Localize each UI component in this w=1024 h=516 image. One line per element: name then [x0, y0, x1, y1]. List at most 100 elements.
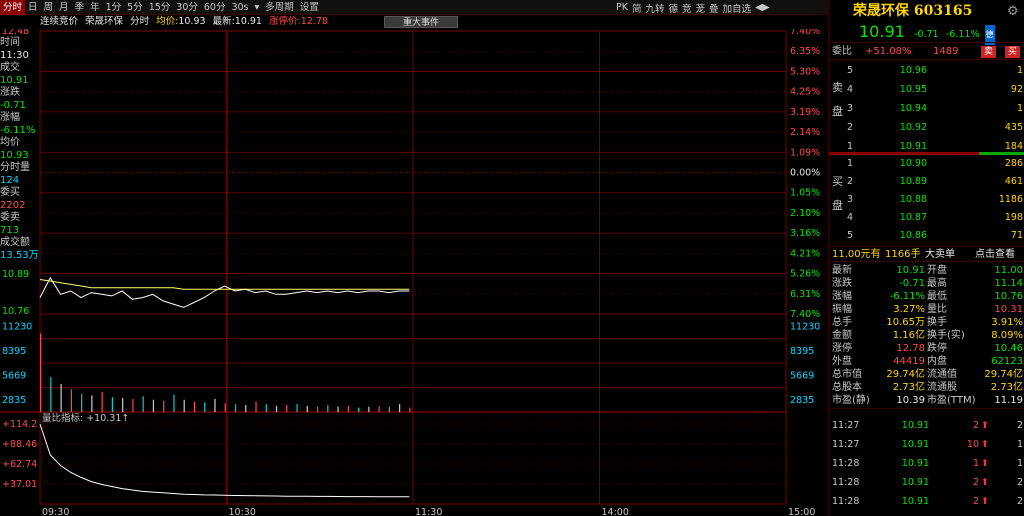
period-tab[interactable]: ▾ — [252, 0, 263, 15]
volume-bar — [245, 405, 247, 412]
price-change-pct: -6.11% — [945, 29, 980, 40]
ask-volume: 1 — [1016, 103, 1023, 114]
bid-row[interactable]: 4 10.87 198 — [829, 209, 1024, 227]
stat-value: 29.74亿 — [886, 369, 925, 380]
period-tab[interactable]: 1分 — [103, 0, 125, 15]
trade-row: 11:27 10.91 2 ⬆ 2 — [829, 417, 1024, 435]
pct-tick-label: 3.16% — [790, 228, 820, 239]
sell-button[interactable]: 卖 — [981, 46, 997, 58]
volume-bar — [70, 389, 72, 412]
volume-bar — [388, 406, 390, 412]
period-tab[interactable]: 周 — [41, 0, 57, 15]
period-tab[interactable]: 月 — [56, 0, 72, 15]
period-tab[interactable]: 60分 — [201, 0, 229, 15]
stock-name-label: 荣晟环保 — [85, 16, 124, 27]
stat-row: 市盈(静) 10.39 市盈(TTM) 11.19 — [829, 394, 1024, 407]
period-tab[interactable]: 季 — [72, 0, 88, 15]
ask-row[interactable]: 5 10.96 1 — [829, 62, 1024, 80]
major-event-button[interactable]: 重大事件 — [384, 16, 458, 28]
bid-price: 10.90 — [899, 158, 927, 169]
bid-volume: 1186 — [998, 194, 1023, 205]
toolbar-right-item[interactable]: 叠 — [707, 1, 721, 15]
gear-icon[interactable]: ⚙ — [1007, 4, 1019, 19]
buy-button[interactable]: 买 — [1005, 46, 1021, 58]
volume-tick-label: 11230 — [790, 321, 820, 332]
latest-value: 10.91 — [234, 16, 262, 27]
stat-label: 流通值 — [927, 369, 957, 380]
volume-bar — [275, 405, 278, 412]
toolbar-right-item[interactable]: 德 — [667, 1, 681, 15]
period-tab[interactable]: 设置 — [297, 0, 322, 15]
big-order-label: 大卖单 — [925, 249, 955, 260]
period-tab[interactable]: 30分 — [173, 0, 201, 15]
stock-title: 荣晟环保 603165 — [853, 3, 973, 19]
volume-tick-label: 5669 — [790, 370, 814, 381]
bid-volume: 71 — [1010, 230, 1023, 241]
period-tab[interactable]: 5分 — [124, 0, 146, 15]
ratio-tick-label: +114.2 — [2, 419, 37, 430]
period-tab[interactable]: 年 — [87, 0, 103, 15]
period-tab[interactable]: 分时 — [0, 0, 26, 15]
period-tab[interactable]: 日 — [25, 0, 41, 15]
volume-bar — [142, 396, 144, 412]
pct-tick-label: 1.05% — [790, 188, 820, 199]
pct-tick-label: 0.00% — [790, 168, 820, 179]
volume-bar — [152, 399, 155, 412]
volume-bar — [357, 407, 360, 412]
toolbar-right-item[interactable]: ◀▶ — [753, 2, 772, 13]
ask-row[interactable]: 4 10.95 92 — [829, 81, 1024, 99]
big-order-link[interactable]: 点击查看 — [975, 247, 1015, 263]
stat-label: 内盘 — [927, 356, 947, 367]
trade-time: 11:28 — [832, 477, 860, 488]
stat-value: 10.91 — [896, 265, 925, 276]
stat-value: 29.74亿 — [984, 369, 1023, 380]
stat-label: 最高 — [927, 278, 947, 289]
ask-row[interactable]: 3 10.94 1 — [829, 100, 1024, 118]
toolbar-right-item[interactable]: 九转 — [643, 1, 666, 15]
trade-volume: 1 — [972, 458, 979, 469]
price-line — [39, 276, 410, 308]
toolbar-right-item[interactable]: 简 — [630, 1, 644, 15]
period-tab[interactable]: 30s — [228, 0, 251, 15]
ask-row[interactable]: 2 10.92 435 — [829, 119, 1024, 137]
stat-value: 3.91% — [991, 317, 1023, 328]
bid-row[interactable]: 3 10.88 1186 — [829, 191, 1024, 209]
stat-value: 11.19 — [994, 395, 1023, 406]
bid-row[interactable]: 5 10.86 71 — [829, 227, 1024, 245]
info-label: 成交 — [0, 62, 20, 73]
stat-value: 10.46 — [994, 343, 1023, 354]
trade-time: 11:28 — [832, 496, 860, 507]
trade-price: 10.91 — [901, 458, 929, 469]
toolbar-right-item[interactable]: 茏 — [694, 1, 708, 15]
stat-value: 10.39 — [896, 395, 925, 406]
bid-level: 4 — [847, 212, 854, 223]
ratio-tick-label: +88.46 — [2, 439, 37, 450]
trade-row: 11:28 10.91 2 ⬆ 2 — [829, 474, 1024, 492]
toolbar-right-item[interactable]: 竞 — [680, 1, 694, 15]
volume-bar — [327, 405, 329, 412]
volume-bar — [347, 405, 349, 412]
toolbar-right-item[interactable]: PK — [614, 2, 630, 13]
bid-row[interactable]: 1 10.90 286 — [829, 155, 1024, 173]
ask-level: 5 — [847, 65, 854, 76]
toolbar-right: PK 简九转德竞茏叠加自选 ◀▶ — [614, 0, 772, 15]
ask-volume: 1 — [1016, 65, 1023, 76]
up-arrow-icon: ⬆ — [981, 458, 989, 469]
period-tab[interactable]: 多周期 — [262, 0, 297, 15]
pct-tick-label: 3.19% — [790, 107, 820, 118]
trade-volume: 10 — [966, 439, 979, 450]
ask-price: 10.95 — [899, 84, 927, 95]
ask-level: 4 — [847, 84, 854, 95]
stat-value: 11.14 — [994, 278, 1023, 289]
crosshair-info-panel: 时间 11:30 成交 10.91 涨跌 -0.71 涨幅 -6.11% 均价 10.93 分时量 1… — [0, 37, 40, 262]
session-label: 连续竞价 — [40, 16, 79, 27]
bid-level: 5 — [847, 230, 854, 241]
period-tab[interactable]: 15分 — [146, 0, 174, 15]
up-arrow-icon: ⬆ — [981, 439, 989, 450]
pct-tick-label: 1.09% — [790, 147, 820, 158]
bid-row[interactable]: 2 10.89 461 — [829, 173, 1024, 191]
toolbar-right-item[interactable]: 加自选 — [721, 1, 754, 15]
ratio-title: 量比指标: +10.31↑ — [42, 412, 129, 424]
volume-bar — [81, 393, 83, 412]
price-tick-label: 10.89 — [2, 269, 29, 280]
